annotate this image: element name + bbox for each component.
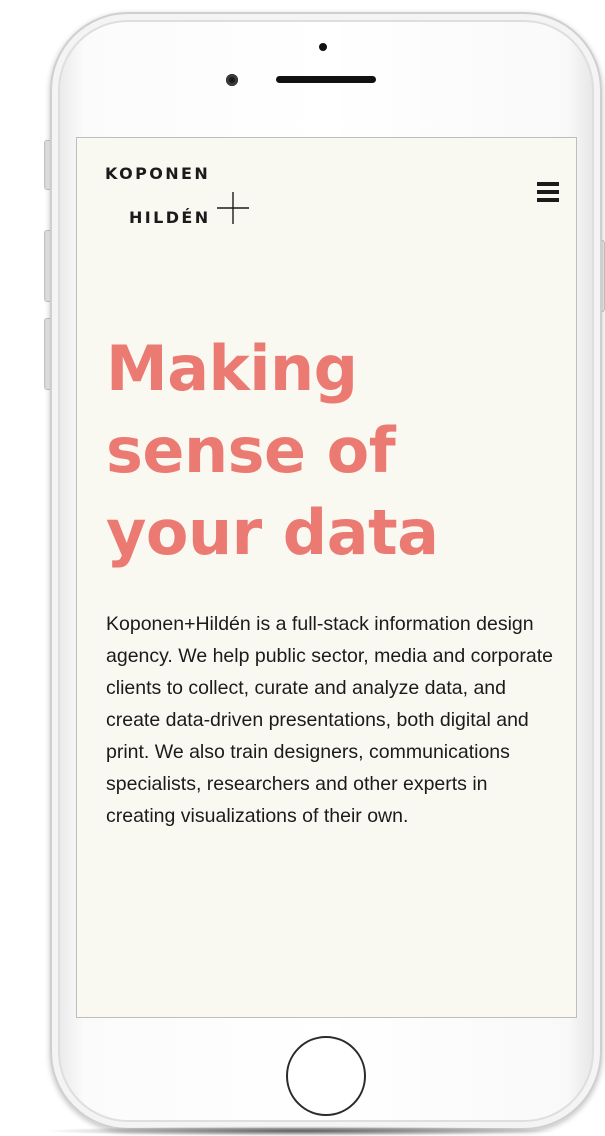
intro-paragraph: Koponen+Hildén is a full-stack informati…: [106, 613, 553, 827]
phone-screen: KOPONEN HILDÉN Making sense of your data…: [76, 137, 577, 1018]
earpiece-speaker: [276, 76, 376, 83]
logo-text-koponen: KOPONEN: [105, 164, 211, 183]
site-logo[interactable]: KOPONEN HILDÉN: [105, 164, 255, 234]
logo-text-hilden: HILDÉN: [129, 208, 211, 227]
hamburger-menu-icon[interactable]: [537, 182, 559, 204]
headline-line-1: Making: [106, 332, 358, 405]
hero-headline: Making sense of your data: [106, 328, 546, 574]
headline-line-3: your data: [106, 496, 439, 569]
menu-bar-top: [537, 182, 559, 186]
phone-shadow: [40, 1126, 560, 1136]
front-camera-icon: [226, 74, 238, 86]
home-button[interactable]: [286, 1036, 366, 1116]
proximity-sensor: [319, 43, 327, 51]
menu-bar-middle: [537, 190, 559, 194]
device-stage: KOPONEN HILDÉN Making sense of your data…: [0, 0, 605, 1136]
plus-icon: [217, 192, 249, 224]
headline-line-2: sense of: [106, 414, 396, 487]
menu-bar-bottom: [537, 198, 559, 202]
